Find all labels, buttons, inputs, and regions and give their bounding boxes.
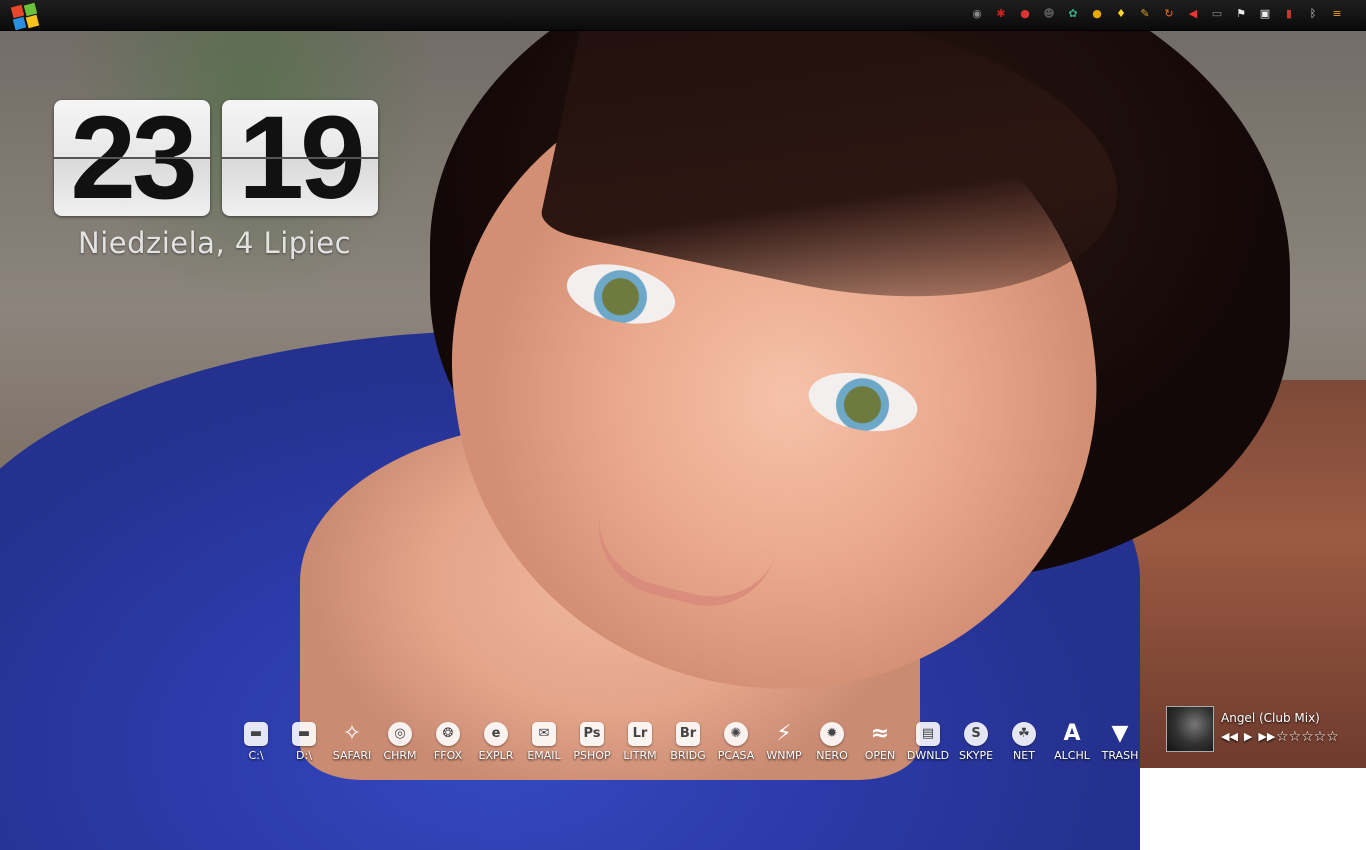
dock-item-skype[interactable]: S SKYPE: [952, 718, 1000, 768]
dock-item-label: EMAIL: [527, 749, 561, 762]
trash-icon: ▼: [1111, 721, 1129, 746]
lightbulb-icon[interactable]: ♦: [1112, 5, 1130, 23]
flip-clock: 23 19: [54, 100, 378, 216]
network-icon: ☘: [1012, 722, 1036, 746]
clock-hours: 23: [54, 100, 210, 216]
dock-item-label: TRASH: [1101, 749, 1139, 762]
dock-item-winamp[interactable]: ⚡ WNMP: [760, 718, 808, 768]
dock-item-label: PCASA: [717, 749, 755, 762]
dock: ▬ C:\ ▬ D:\ ✧ SAFARI ◎ CHRM ❂ FFOX e EXPLR ✉ EMAIL Ps P…: [232, 718, 1144, 768]
network-signal-icon[interactable]: ▮: [1280, 5, 1298, 23]
usb-icon[interactable]: ▣: [1256, 5, 1274, 23]
volume-icon[interactable]: ◀: [1184, 5, 1202, 23]
bluetooth-icon[interactable]: ᛒ: [1304, 5, 1322, 23]
bridge-icon: Br: [676, 722, 700, 746]
dock-item-nero[interactable]: ✹ NERO: [808, 718, 856, 768]
dock-item-label: D:\: [296, 749, 312, 762]
dock-item-label: SAFARI: [332, 749, 372, 762]
pencil-icon[interactable]: ✎: [1136, 5, 1154, 23]
play-icon[interactable]: ▶: [1244, 730, 1252, 743]
dock-item-openoffice[interactable]: ≈ OPEN: [856, 718, 904, 768]
dock-item-label: NET: [1013, 749, 1035, 762]
start-logo-blue: [12, 16, 27, 31]
email-icon: ✉: [532, 722, 556, 746]
rating-stars[interactable]: ☆☆☆☆☆: [1276, 729, 1339, 745]
downloads-icon: ▤: [916, 722, 940, 746]
dock-item-label: LITRM: [623, 749, 657, 762]
coin-icon[interactable]: ●: [1088, 5, 1106, 23]
dock-item-alcohol[interactable]: A ALCHL: [1048, 718, 1096, 768]
record-icon[interactable]: ●: [1016, 5, 1034, 23]
dock-item-firefox[interactable]: ❂ FFOX: [424, 718, 472, 768]
dock-item-label: CHRM: [383, 749, 417, 762]
dock-item-label: WNMP: [766, 749, 802, 762]
previous-track-icon[interactable]: ◀◀: [1221, 730, 1238, 743]
photoshop-icon: Ps: [580, 722, 604, 746]
clock-date: Niedziela, 4 Lipiec: [78, 226, 352, 260]
firefox-icon: ❂: [436, 722, 460, 746]
drive-d-icon: ▬: [292, 722, 316, 746]
nero-icon: ✹: [820, 722, 844, 746]
winamp-icon: ⚡: [776, 721, 792, 746]
dock-item-label: ALCHL: [1054, 749, 1090, 762]
dock-item-label: DWNLD: [906, 749, 950, 762]
track-title: Angel (Club Mix): [1221, 711, 1320, 725]
leaf-icon[interactable]: ✿: [1064, 5, 1082, 23]
dock-item-trash[interactable]: ▼ TRASH: [1096, 718, 1144, 768]
dock-item-label: C:\: [248, 749, 264, 762]
alcohol-icon: A: [1063, 721, 1081, 746]
skype-icon: S: [964, 722, 988, 746]
dock-item-network[interactable]: ☘ NET: [1000, 718, 1048, 768]
display-icon[interactable]: ▭: [1208, 5, 1226, 23]
clock-minutes: 19: [222, 100, 378, 216]
dock-item-drive-c[interactable]: ▬ C:\: [232, 718, 280, 768]
drive-c-icon: ▬: [244, 722, 268, 746]
flag-icon[interactable]: ⚑: [1232, 5, 1250, 23]
dock-item-safari[interactable]: ✧ SAFARI: [328, 718, 376, 768]
dock-item-label: OPEN: [864, 749, 896, 762]
antivirus-icon[interactable]: ✱: [992, 5, 1010, 23]
dock-item-label: SKYPE: [958, 749, 994, 762]
dock-item-label: PSHOP: [573, 749, 611, 762]
dock-item-lightroom[interactable]: Lr LITRM: [616, 718, 664, 768]
start-logo-yellow: [25, 14, 40, 29]
safari-icon: ✧: [342, 721, 362, 746]
update-icon[interactable]: ↻: [1160, 5, 1178, 23]
user-group-icon[interactable]: ☻: [1040, 5, 1058, 23]
top-bar: ◉ ✱ ● ☻ ✿ ● ♦ ✎ ↻ ◀ ▭ ⚑ ▣ ▮ ᛒ ≡: [0, 0, 1366, 31]
chrome-icon: ◎: [388, 722, 412, 746]
dock-item-label: NERO: [816, 749, 848, 762]
picasa-icon: ✺: [724, 722, 748, 746]
dock-item-explorer[interactable]: e EXPLR: [472, 718, 520, 768]
disc-icon[interactable]: ◉: [968, 5, 986, 23]
next-track-icon[interactable]: ▶▶: [1258, 730, 1275, 743]
start-button[interactable]: [10, 2, 44, 31]
lightroom-icon: Lr: [628, 722, 652, 746]
music-player-widget: Angel (Club Mix) ◀◀ ▶ ▶▶ ☆☆☆☆☆: [1166, 706, 1356, 752]
menu-icon[interactable]: ≡: [1328, 5, 1346, 23]
dock-item-photoshop[interactable]: Ps PSHOP: [568, 718, 616, 768]
dock-item-label: BRIDG: [670, 749, 706, 762]
dock-item-chrome[interactable]: ◎ CHRM: [376, 718, 424, 768]
openoffice-icon: ≈: [870, 721, 890, 746]
dock-item-drive-d[interactable]: ▬ D:\: [280, 718, 328, 768]
dock-item-downloads[interactable]: ▤ DWNLD: [904, 718, 952, 768]
system-tray: ◉ ✱ ● ☻ ✿ ● ♦ ✎ ↻ ◀ ▭ ⚑ ▣ ▮ ᛒ ≡: [968, 5, 1346, 23]
album-art[interactable]: [1166, 706, 1214, 752]
explorer-icon: e: [484, 722, 508, 746]
dock-item-label: FFOX: [433, 749, 463, 762]
dock-item-picasa[interactable]: ✺ PCASA: [712, 718, 760, 768]
dock-item-email[interactable]: ✉ EMAIL: [520, 718, 568, 768]
dock-item-bridge[interactable]: Br BRIDG: [664, 718, 712, 768]
dock-item-label: EXPLR: [478, 749, 514, 762]
playback-controls: ◀◀ ▶ ▶▶: [1221, 730, 1275, 743]
